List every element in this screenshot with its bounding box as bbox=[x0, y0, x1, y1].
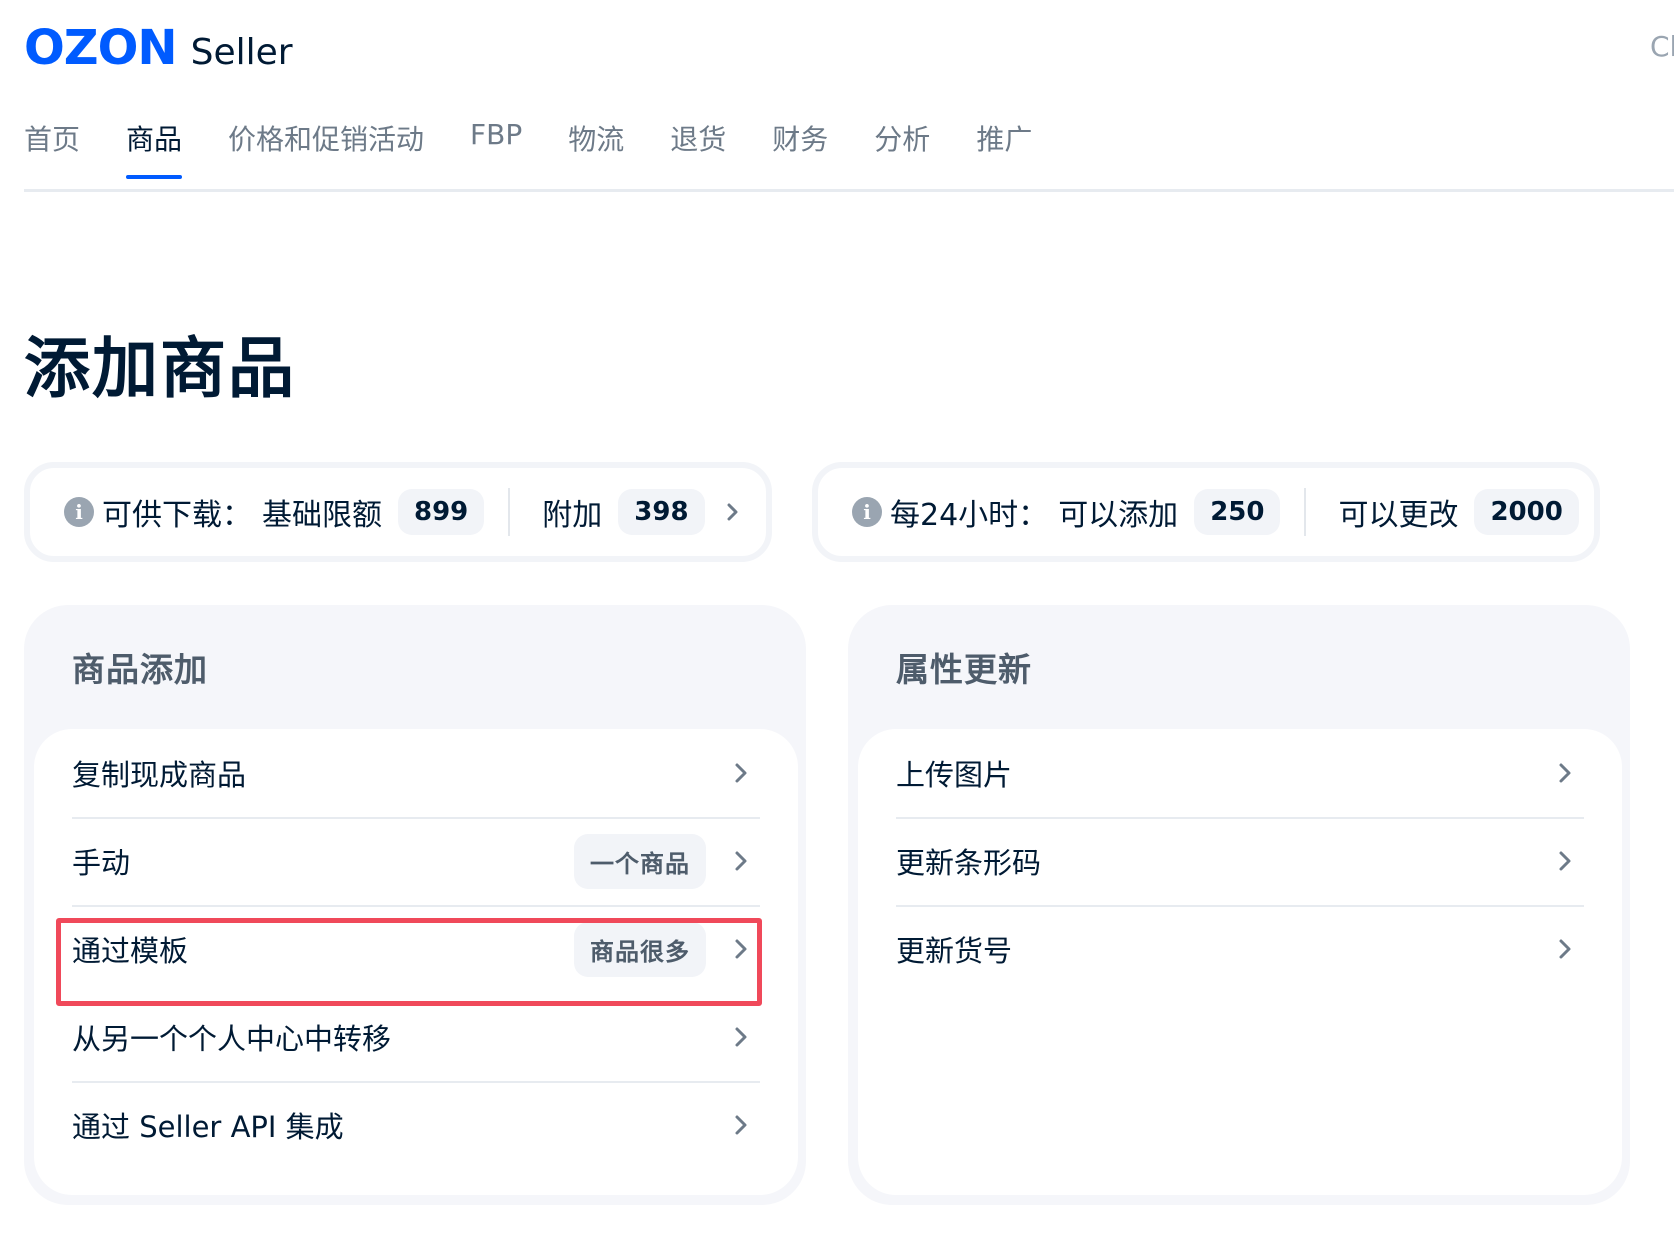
nav-item-products[interactable]: 商品 bbox=[126, 118, 183, 179]
attribute-update-list: 上传图片 更新条形码 更新货号 bbox=[858, 729, 1622, 1195]
nav-item-fbp[interactable]: FBP bbox=[470, 118, 522, 178]
update-option-barcodes[interactable]: 更新条形码 bbox=[896, 817, 1584, 907]
quota-divider bbox=[1304, 488, 1307, 536]
quota-divider bbox=[508, 488, 511, 536]
ozon-seller-logo[interactable]: OZON Seller bbox=[24, 24, 293, 77]
add-option-copy-existing[interactable]: 复制现成商品 bbox=[72, 729, 760, 819]
update-option-article-numbers[interactable]: 更新货号 bbox=[896, 905, 1584, 993]
chevron-right-icon bbox=[1559, 763, 1571, 783]
logo-product: Seller bbox=[190, 32, 293, 73]
chevron-right-icon bbox=[1559, 939, 1571, 959]
info-icon[interactable]: i bbox=[852, 497, 882, 527]
daily-quota-label: 每24小时： bbox=[890, 498, 1049, 533]
nav-item-prices-promotions[interactable]: 价格和促销活动 bbox=[228, 118, 424, 178]
base-limit-value: 899 bbox=[398, 489, 485, 535]
chevron-right-icon bbox=[1559, 851, 1571, 871]
add-option-label: 复制现成商品 bbox=[72, 758, 247, 792]
add-option-label: 通过模板 bbox=[72, 934, 189, 968]
change-limit-label: 可以更改 bbox=[1338, 498, 1459, 533]
nav-item-analytics[interactable]: 分析 bbox=[874, 118, 930, 178]
page-title: 添加商品 bbox=[24, 330, 296, 407]
info-icon[interactable]: i bbox=[64, 497, 94, 527]
add-option-manual[interactable]: 手动 一个商品 bbox=[72, 817, 760, 907]
add-option-label: 通过 Seller API 集成 bbox=[72, 1110, 344, 1144]
add-limit-label: 可以添加 bbox=[1058, 498, 1179, 533]
download-quota-label: 可供下载： bbox=[102, 498, 252, 533]
chevron-right-icon bbox=[735, 763, 747, 783]
nav-divider bbox=[24, 189, 1674, 192]
change-limit-value: 2000 bbox=[1474, 489, 1579, 535]
chevron-right-icon bbox=[735, 1115, 747, 1135]
daily-quota: i 每24小时： 可以添加 250 可以更改 2000 bbox=[812, 462, 1600, 562]
main-nav: 首页 商品 价格和促销活动 FBP 物流 退货 财务 分析 推广 bbox=[24, 118, 1078, 179]
header-corner-text[interactable]: Cl bbox=[1650, 30, 1674, 63]
base-limit-label: 基础限额 bbox=[262, 498, 382, 533]
extra-limit-value: 398 bbox=[618, 489, 705, 535]
attribute-update-card: 属性更新 上传图片 更新条形码 更新货号 bbox=[848, 605, 1630, 1205]
add-limit-value: 250 bbox=[1194, 489, 1281, 535]
nav-item-promotion[interactable]: 推广 bbox=[976, 118, 1032, 178]
update-option-label: 上传图片 bbox=[896, 758, 1013, 792]
nav-item-returns[interactable]: 退货 bbox=[670, 118, 726, 178]
extra-limit-label: 附加 bbox=[542, 498, 603, 533]
add-option-label: 手动 bbox=[72, 846, 131, 880]
nav-item-home[interactable]: 首页 bbox=[24, 118, 80, 178]
add-option-label: 从另一个个人中心中转移 bbox=[72, 1022, 392, 1056]
add-option-template[interactable]: 通过模板 商品很多 bbox=[72, 905, 760, 993]
update-option-upload-images[interactable]: 上传图片 bbox=[896, 729, 1584, 819]
chevron-right-icon[interactable] bbox=[723, 502, 743, 522]
add-option-seller-api[interactable]: 通过 Seller API 集成 bbox=[72, 1081, 760, 1169]
add-products-card: 商品添加 复制现成商品 手动 一个商品 通过模板 商品很多 从另一个个人中心中转… bbox=[24, 605, 806, 1205]
nav-item-logistics[interactable]: 物流 bbox=[568, 118, 624, 178]
chevron-right-icon bbox=[735, 1027, 747, 1047]
add-products-card-title: 商品添加 bbox=[72, 650, 208, 689]
update-option-label: 更新条形码 bbox=[896, 846, 1042, 880]
chevron-right-icon bbox=[735, 851, 747, 871]
nav-item-finance[interactable]: 财务 bbox=[772, 118, 828, 178]
add-products-list: 复制现成商品 手动 一个商品 通过模板 商品很多 从另一个个人中心中转移 通过 … bbox=[34, 729, 798, 1195]
logo-brand: OZON bbox=[24, 20, 178, 76]
download-quota[interactable]: i 可供下载： 基础限额 899 附加 398 bbox=[24, 462, 772, 562]
update-option-label: 更新货号 bbox=[896, 934, 1013, 968]
add-option-badge: 一个商品 bbox=[574, 833, 706, 889]
add-option-badge: 商品很多 bbox=[574, 921, 706, 977]
attribute-update-card-title: 属性更新 bbox=[896, 650, 1032, 689]
chevron-right-icon bbox=[735, 939, 747, 959]
add-option-transfer[interactable]: 从另一个个人中心中转移 bbox=[72, 993, 760, 1083]
